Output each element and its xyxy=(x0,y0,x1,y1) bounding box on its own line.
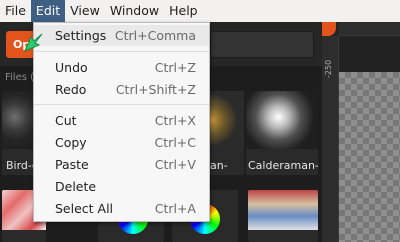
menu-item-shortcut: Ctrl+X xyxy=(154,113,196,128)
menu-separator xyxy=(34,51,209,52)
canvas-top xyxy=(339,36,400,72)
thumbnail-card[interactable]: Calderaman- xyxy=(246,91,318,175)
menu-item-undo[interactable]: Undo Ctrl+Z xyxy=(34,57,209,78)
menu-item-label: Redo xyxy=(55,82,87,97)
menu-item-select-all[interactable]: Select All Ctrl+A xyxy=(34,198,209,219)
thumbnail-card[interactable] xyxy=(248,190,318,242)
menu-item-label: Copy xyxy=(55,135,87,150)
menu-item-label: Delete xyxy=(55,179,97,194)
menu-view[interactable]: View xyxy=(65,0,105,22)
menu-window[interactable]: Window xyxy=(105,0,164,22)
menu-item-redo[interactable]: Redo Ctrl+Shift+Z xyxy=(34,79,209,100)
app-window: Op Files ( Bird-c an- Calderaman- xyxy=(0,0,400,242)
menu-item-shortcut: Ctrl+V xyxy=(154,157,196,172)
menu-item-copy[interactable]: Copy Ctrl+C xyxy=(34,132,209,153)
thumbnail-image xyxy=(2,91,34,149)
menu-help[interactable]: Help xyxy=(164,0,203,22)
menu-separator xyxy=(34,104,209,105)
menu-item-shortcut: Ctrl+Comma xyxy=(114,28,196,43)
edit-menu: Settings Ctrl+Comma Undo Ctrl+Z Redo Ctr… xyxy=(33,22,210,222)
mouse-cursor-icon xyxy=(24,33,43,52)
thumbnail-label: an- xyxy=(210,159,228,172)
menu-item-paste[interactable]: Paste Ctrl+V xyxy=(34,154,209,175)
thumbnail-label: Bird-c xyxy=(6,159,34,172)
thumbnail-card[interactable]: Bird-c xyxy=(2,91,34,175)
menu-edit[interactable]: Edit xyxy=(30,0,66,22)
menu-item-label: Settings xyxy=(55,28,107,43)
menu-item-label: Select All xyxy=(55,201,114,216)
menu-item-label: Paste xyxy=(55,157,89,172)
menu-item-label: Cut xyxy=(55,113,77,128)
menu-item-shortcut: Ctrl+C xyxy=(154,135,196,150)
ruler-label: -250 xyxy=(324,59,333,78)
path-field[interactable] xyxy=(210,31,314,58)
menu-item-delete[interactable]: Delete xyxy=(34,176,209,197)
vertical-ruler: -250 xyxy=(322,36,339,242)
menu-item-shortcut: Ctrl+Z xyxy=(154,60,196,75)
menu-file[interactable]: File xyxy=(0,0,31,22)
menubar: File Edit View Window Help xyxy=(0,0,400,22)
thumbnail-image xyxy=(248,190,318,230)
menu-item-cut[interactable]: Cut Ctrl+X xyxy=(34,110,209,131)
thumbnail-image xyxy=(246,91,318,149)
thumbnail-label: Calderaman- xyxy=(248,159,318,172)
menu-item-shortcut: Ctrl+A xyxy=(154,201,196,216)
horizontal-ruler xyxy=(339,22,400,36)
menu-item-label: Undo xyxy=(55,60,88,75)
menu-item-settings[interactable]: Settings Ctrl+Comma xyxy=(34,25,209,46)
menu-item-shortcut: Ctrl+Shift+Z xyxy=(115,82,196,97)
canvas-panel: -250 xyxy=(322,22,400,242)
files-panel-title: Files ( xyxy=(5,72,35,83)
